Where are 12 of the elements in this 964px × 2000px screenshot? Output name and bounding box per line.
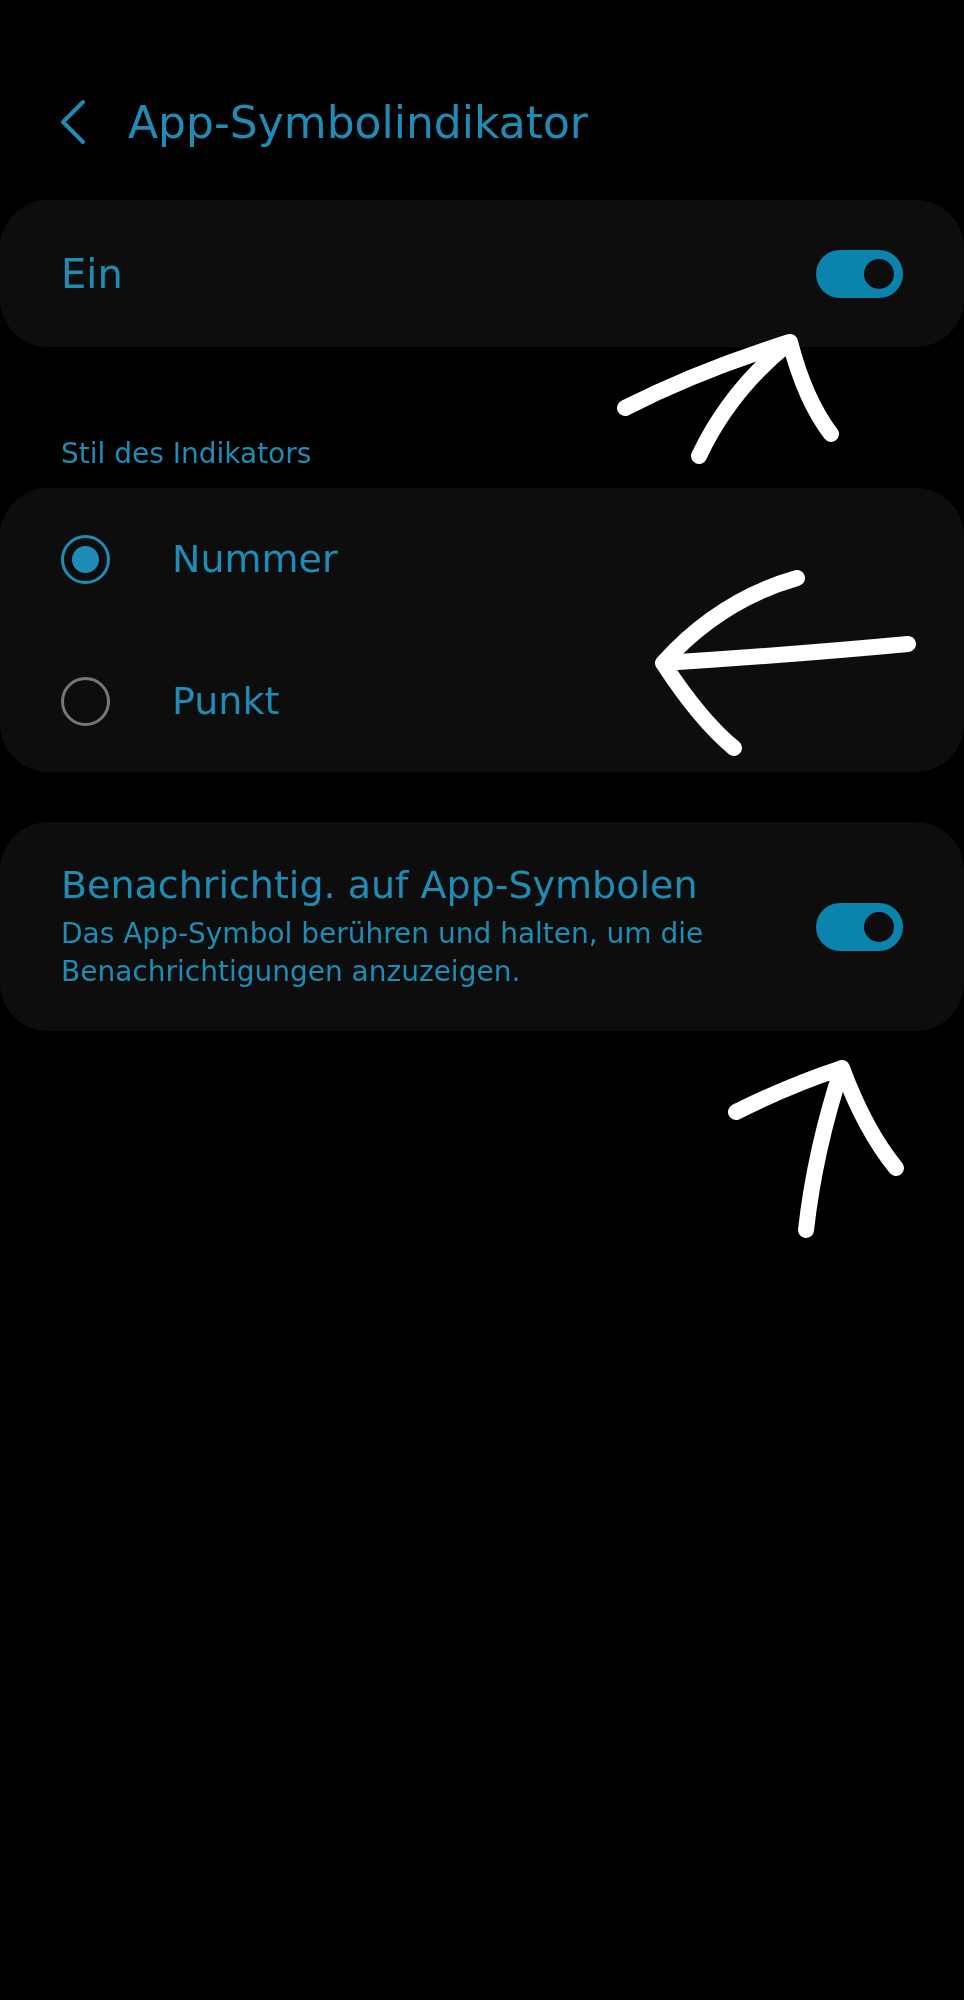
back-icon [60,99,86,145]
toggle-switch[interactable] [816,249,903,298]
option-label: Nummer [172,537,338,581]
radio-button[interactable] [61,534,110,584]
radio-button[interactable] [61,676,110,726]
toggle-switch[interactable] [816,902,903,951]
setting-description: Das App-Symbol berühren und halten, um die Benachrichtigungen anzuzeigen. [61,915,705,990]
option-label: Punkt [172,679,280,723]
switch-label: Ein [61,250,123,297]
setting-title: Benachrichtig. auf App-Symbolen [61,862,699,907]
section-title: Stil des Indikators [60,437,313,470]
page-title: App-Symbolindikator [128,96,588,148]
